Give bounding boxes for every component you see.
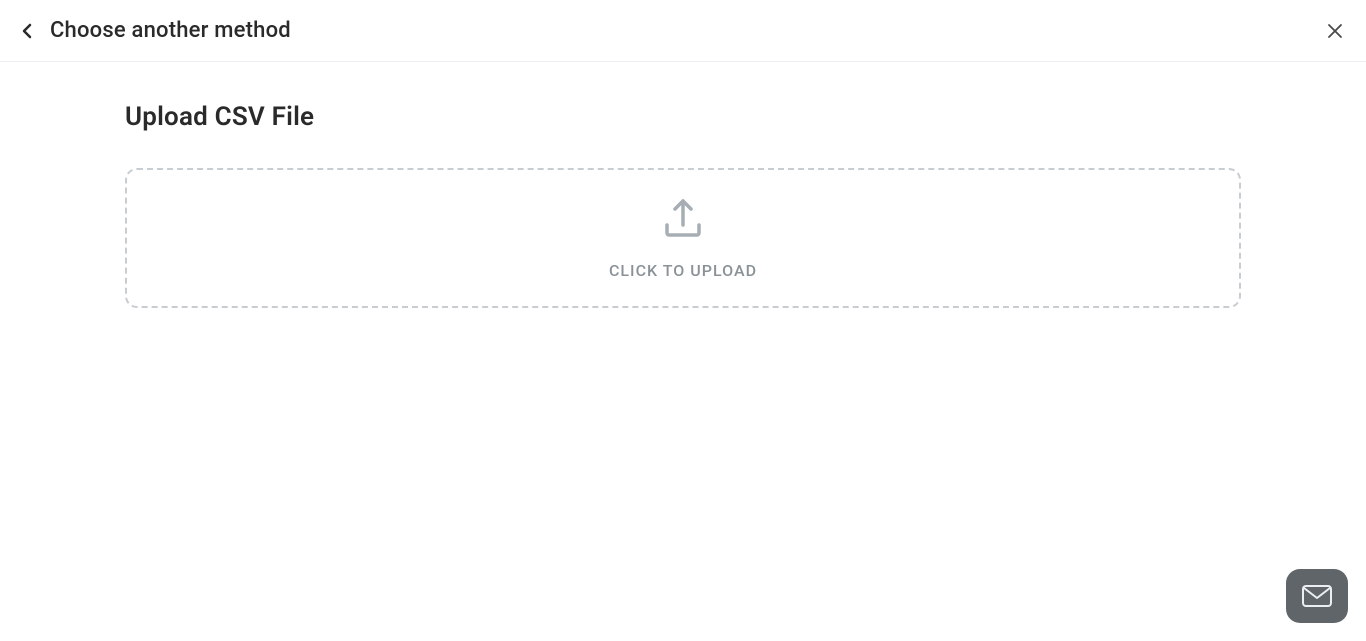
chevron-left-icon [22,23,32,39]
upload-icon [661,197,705,243]
upload-prompt-text: CLICK TO UPLOAD [609,261,757,280]
content-area: Upload CSV File CLICK TO UPLOAD [0,62,1366,308]
header-title[interactable]: Choose another method [50,18,291,43]
modal-header: Choose another method [0,0,1366,62]
back-button[interactable] [18,22,36,40]
header-left: Choose another method [18,18,291,43]
page-title: Upload CSV File [125,102,1241,132]
close-button[interactable] [1326,22,1344,40]
close-icon [1327,23,1343,39]
mail-icon [1302,585,1332,607]
upload-dropzone[interactable]: CLICK TO UPLOAD [125,168,1241,308]
help-button[interactable] [1286,569,1348,623]
